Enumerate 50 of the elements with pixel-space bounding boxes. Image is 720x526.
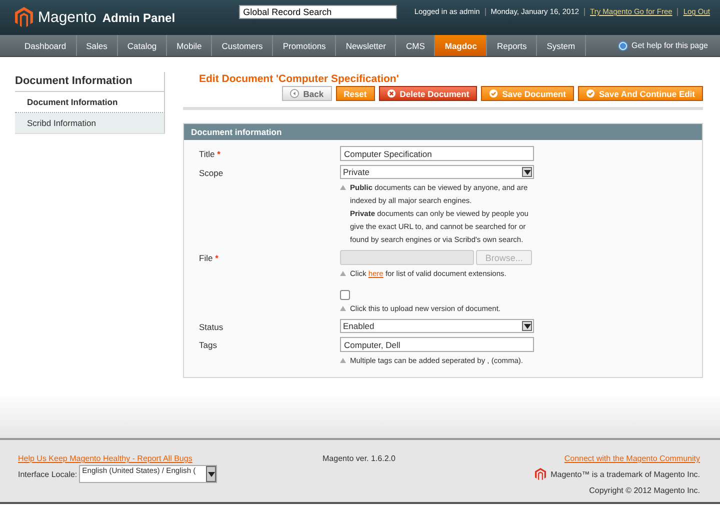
nav-tab[interactable]: Mobile xyxy=(167,35,212,56)
nav-tab[interactable]: Newsletter xyxy=(336,35,396,56)
check-icon xyxy=(586,89,595,98)
page-title: Edit Document 'Computer Specification' xyxy=(199,72,400,85)
text-field[interactable]: Computer, Dell xyxy=(340,337,534,352)
nav-tab[interactable]: Customers xyxy=(212,35,274,56)
note-arrow-icon xyxy=(340,271,346,276)
nav-tab[interactable]: Catalog xyxy=(118,35,168,56)
help-icon xyxy=(618,40,628,50)
search-field[interactable]: Global Record Search xyxy=(239,4,398,18)
file-field[interactable] xyxy=(340,250,474,265)
copyright-text: Copyright © 2012 Magento Inc. xyxy=(589,486,700,495)
delete-button[interactable]: Delete Document xyxy=(378,86,478,101)
field-label: Tags xyxy=(199,339,218,352)
nav-tab[interactable]: Promotions xyxy=(273,35,336,56)
field-label: Scope xyxy=(199,167,224,180)
logo-icon xyxy=(534,468,546,481)
nav-tab[interactable]: Reports xyxy=(487,35,538,56)
version-text: Magento ver. 1.6.2.0 xyxy=(322,454,396,463)
checkbox[interactable] xyxy=(340,290,350,300)
back-icon xyxy=(290,89,300,98)
note-arrow-icon xyxy=(340,185,346,190)
nav-tab[interactable]: System xyxy=(537,35,586,56)
field-label: Title * xyxy=(199,148,222,161)
check-icon xyxy=(489,89,498,98)
note-arrow-icon xyxy=(340,358,346,363)
required-mark: * xyxy=(217,149,220,159)
dropdown-arrow-icon xyxy=(522,167,532,177)
section-header: Document information xyxy=(184,124,702,140)
note-arrow-icon xyxy=(340,306,346,311)
nav-tab[interactable]: Magdoc xyxy=(435,35,488,56)
close-icon xyxy=(386,89,396,98)
nav-tab[interactable]: Dashboard xyxy=(15,35,77,56)
sidebar-tab[interactable]: Document Information xyxy=(15,92,165,113)
sidebar-tab[interactable]: Scribd Information xyxy=(15,113,165,134)
nav-tab[interactable]: Sales xyxy=(76,35,118,56)
trademark-text: Magento™ is a trademark of Magento Inc. xyxy=(550,470,700,479)
field-label: File * xyxy=(199,252,220,265)
required-mark: * xyxy=(215,253,218,263)
back-button[interactable]: Back xyxy=(282,86,332,101)
select-field[interactable]: Private xyxy=(340,165,534,179)
text-field[interactable]: Computer Specification xyxy=(340,146,534,161)
help-link[interactable]: Get help for this page xyxy=(632,41,708,50)
locale-label: Interface Locale: xyxy=(18,470,78,478)
dropdown-arrow-icon xyxy=(522,321,532,331)
logo-icon xyxy=(15,7,33,28)
logo-text: Magento xyxy=(38,9,96,26)
logo-subtitle: Admin Panel xyxy=(102,10,176,24)
select-field[interactable]: Enabled xyxy=(340,319,534,333)
field-label: Status xyxy=(199,321,224,333)
